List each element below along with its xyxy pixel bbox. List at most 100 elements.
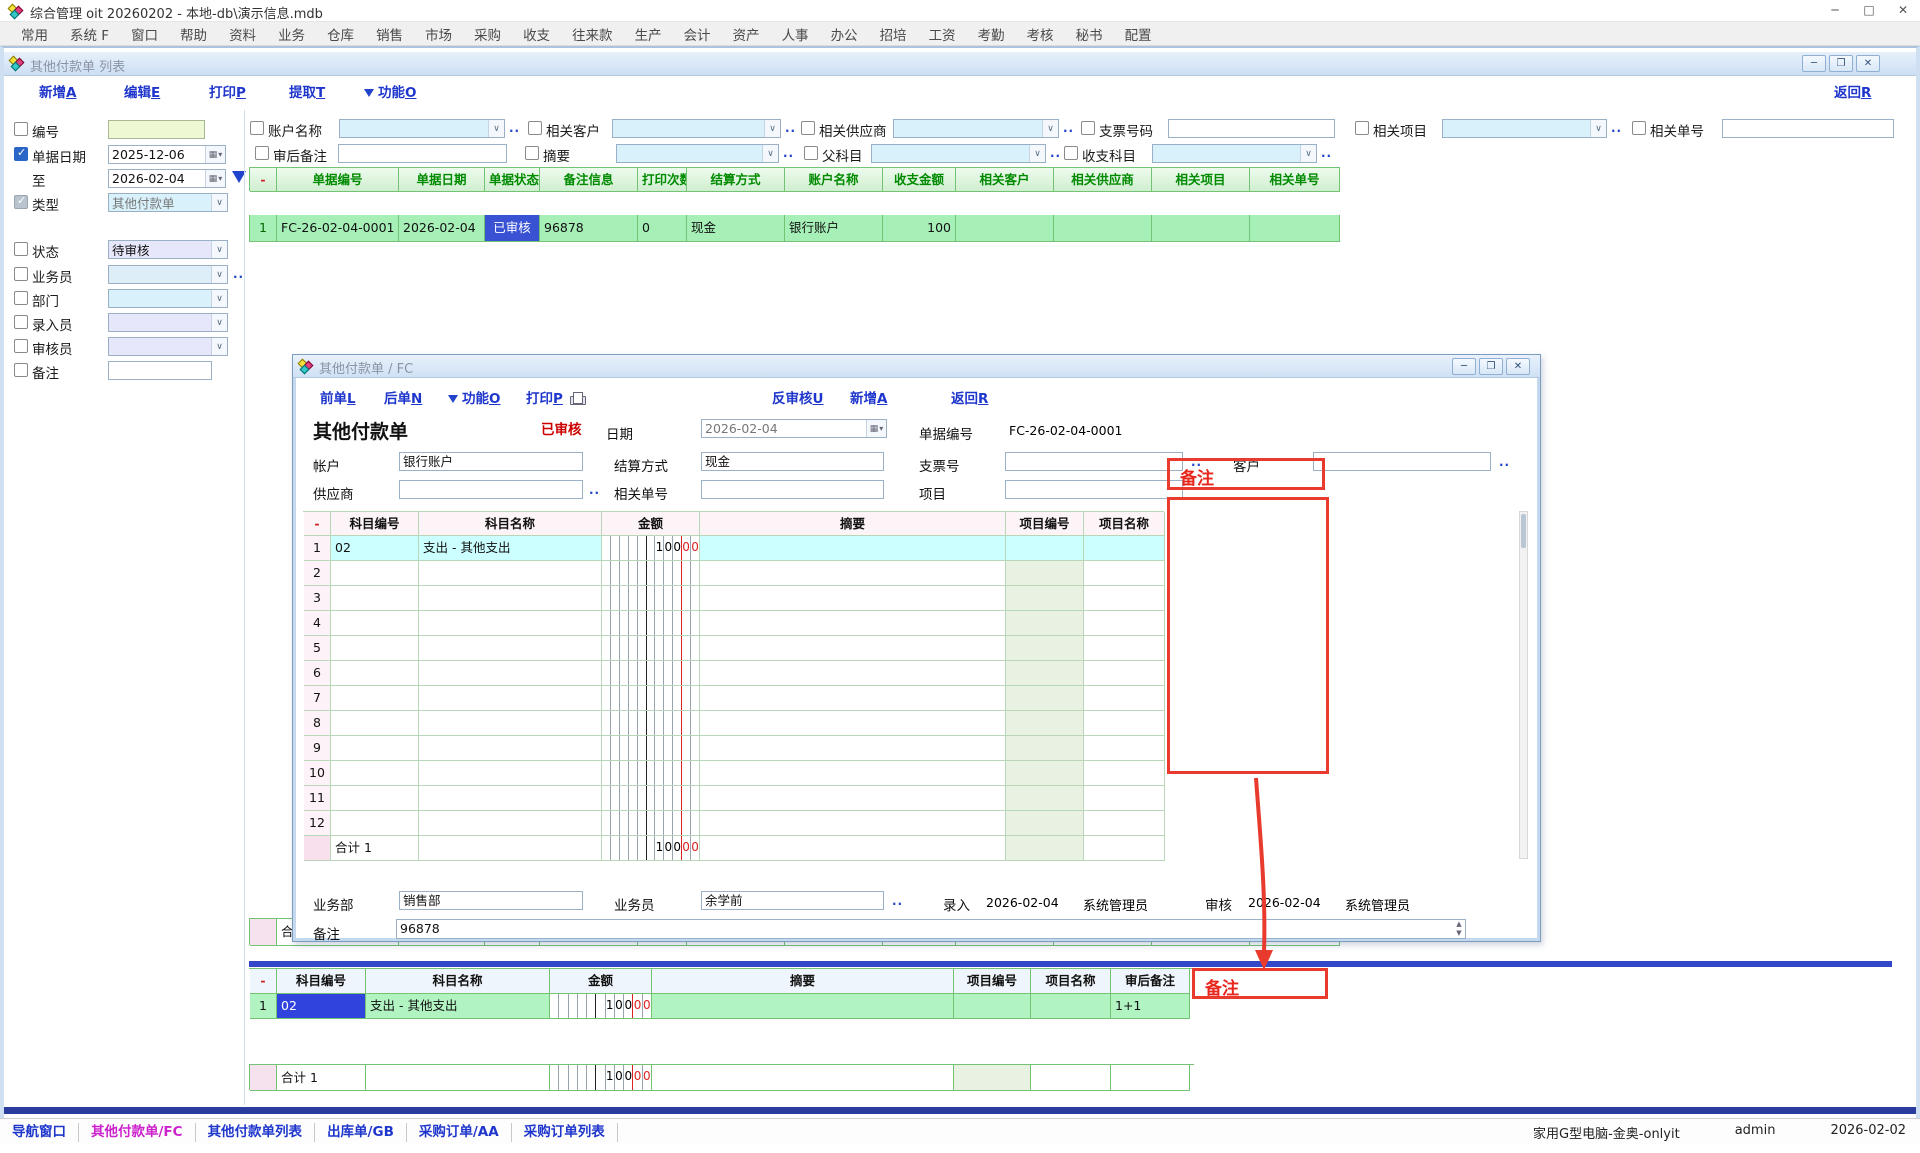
toolbar-功能[interactable]: 功能O <box>364 81 416 101</box>
filter-select-父科目[interactable]: ∨ <box>871 144 1046 163</box>
list-header-6[interactable]: 结算方式 <box>687 168 785 192</box>
lookup-dots[interactable]: .. <box>233 267 244 281</box>
menu-item-0[interactable]: 常用 <box>10 22 59 46</box>
settle-input[interactable]: 现金 <box>701 452 884 471</box>
dialog-toolbar-back[interactable]: 返回R <box>951 387 988 407</box>
menu-item-11[interactable]: 往来款 <box>561 22 624 46</box>
bottom-grid-header-5[interactable]: 项目编号 <box>954 969 1031 994</box>
customer-input[interactable] <box>1313 452 1491 471</box>
filter-checkbox-审后备注[interactable] <box>255 146 269 160</box>
filter-select-相关供应商[interactable]: ∨ <box>893 119 1059 138</box>
menu-item-8[interactable]: 市场 <box>414 22 463 46</box>
filter-input-支票号码[interactable] <box>1168 119 1335 138</box>
filter-checkbox-相关项目[interactable] <box>1355 121 1369 135</box>
dialog-toolbar-反审核[interactable]: 反审核U <box>772 387 823 407</box>
menu-item-20[interactable]: 考核 <box>1016 22 1065 46</box>
lookup-dots[interactable]: .. <box>1063 121 1074 135</box>
project-input[interactable] <box>1005 480 1183 499</box>
dept-input[interactable]: 销售部 <box>399 891 583 910</box>
lookup-dots[interactable]: .. <box>785 121 796 135</box>
date-input[interactable]: 2026-02-04 ▦▾ <box>701 419 887 438</box>
menu-item-12[interactable]: 生产 <box>624 22 673 46</box>
toolbar-打印[interactable]: 打印P <box>209 81 246 101</box>
filter-select-录入员[interactable]: ∨ <box>108 313 228 332</box>
note-spinner-icon[interactable]: ▲▼ <box>1453 920 1465 938</box>
list-header-12[interactable]: 相关单号 <box>1250 168 1340 192</box>
menu-item-16[interactable]: 办公 <box>820 22 869 46</box>
filter-input-至[interactable]: 2026-02-04▦▾ <box>108 169 226 188</box>
list-header-0[interactable]: - <box>250 168 277 192</box>
menu-item-7[interactable]: 销售 <box>365 22 414 46</box>
filter-checkbox-录入员[interactable] <box>14 315 28 329</box>
supplier-input[interactable] <box>399 480 583 499</box>
customer-lookup-dots[interactable]: .. <box>1499 455 1510 469</box>
list-header-1[interactable]: 单据编号 <box>277 168 399 192</box>
lookup-dots[interactable]: .. <box>783 146 794 160</box>
filter-select-相关项目[interactable]: ∨ <box>1442 119 1607 138</box>
menu-item-6[interactable]: 仓库 <box>316 22 365 46</box>
dialog-toolbar-功能[interactable]: 功能O <box>448 387 500 407</box>
filter-input-编号[interactable] <box>108 120 205 139</box>
dialog-grid-header-4[interactable]: 摘要 <box>700 512 1006 536</box>
child-minimize-icon[interactable]: ─ <box>1802 55 1826 72</box>
filter-checkbox-相关客户[interactable] <box>528 121 542 135</box>
taskbar-item-1[interactable]: 其他付款单/FC <box>79 1123 196 1142</box>
menu-item-9[interactable]: 采购 <box>463 22 512 46</box>
close-icon[interactable]: ✕ <box>1886 0 1920 21</box>
supplier-lookup-dots[interactable]: .. <box>589 483 600 497</box>
menu-item-1[interactable]: 系统 F <box>59 22 120 46</box>
bottom-grid-header-2[interactable]: 科目名称 <box>366 969 550 994</box>
taskbar-item-2[interactable]: 其他付款单列表 <box>196 1123 316 1142</box>
list-header-7[interactable]: 账户名称 <box>785 168 883 192</box>
dialog-grid-scrollbar[interactable] <box>1519 511 1528 859</box>
toolbar-提取[interactable]: 提取T <box>289 81 325 101</box>
taskbar-item-0[interactable]: 导航窗口 <box>0 1123 79 1142</box>
calendar-icon[interactable]: ▦▾ <box>205 146 225 163</box>
salesman-input[interactable]: 余学前 <box>701 891 884 910</box>
filter-checkbox-相关供应商[interactable] <box>801 121 815 135</box>
filter-select-类型[interactable]: 其他付款单∨ <box>108 193 228 212</box>
list-header-5[interactable]: 打印次数 <box>638 168 687 192</box>
filter-select-业务员[interactable]: ∨ <box>108 265 228 284</box>
dialog-toolbar-打印[interactable]: 打印P <box>526 387 585 407</box>
menu-item-15[interactable]: 人事 <box>771 22 820 46</box>
dialog-grid-header-5[interactable]: 项目编号 <box>1006 512 1084 536</box>
filter-checkbox-收支科目[interactable] <box>1064 146 1078 160</box>
filter-input-单据日期[interactable]: 2025-12-06▦▾ <box>108 145 226 164</box>
toolbar-back[interactable]: 返回R <box>1834 81 1871 101</box>
bottom-grid-header-7[interactable]: 审后备注 <box>1111 969 1190 994</box>
bottom-grid-header-6[interactable]: 项目名称 <box>1031 969 1111 994</box>
filter-select-部门[interactable]: ∨ <box>108 289 228 308</box>
filter-checkbox-支票号码[interactable] <box>1081 121 1095 135</box>
bottom-grid-header-0[interactable]: - <box>250 969 277 994</box>
dialog-close-icon[interactable]: ✕ <box>1506 358 1530 375</box>
filter-select-状态[interactable]: 待审核∨ <box>108 240 228 259</box>
menu-item-18[interactable]: 工资 <box>918 22 967 46</box>
dialog-grid-header-6[interactable]: 项目名称 <box>1084 512 1165 536</box>
list-header-10[interactable]: 相关供应商 <box>1054 168 1152 192</box>
account-input[interactable]: 银行账户 <box>399 452 583 471</box>
dialog-minimize-icon[interactable]: ─ <box>1452 358 1476 375</box>
menu-item-4[interactable]: 资料 <box>218 22 267 46</box>
menu-item-21[interactable]: 秘书 <box>1065 22 1114 46</box>
list-header-4[interactable]: 备注信息 <box>540 168 638 192</box>
child-close-icon[interactable]: ✕ <box>1856 55 1880 72</box>
filter-checkbox-摘要[interactable] <box>525 146 539 160</box>
list-header-11[interactable]: 相关项目 <box>1152 168 1250 192</box>
cheque-input[interactable] <box>1005 452 1183 471</box>
dialog-toolbar-前单[interactable]: 前单L <box>320 387 356 407</box>
filter-checkbox-相关单号[interactable] <box>1632 121 1646 135</box>
filter-checkbox-父科目[interactable] <box>804 146 818 160</box>
taskbar-item-5[interactable]: 采购订单列表 <box>512 1123 618 1142</box>
bottom-grid-header-4[interactable]: 摘要 <box>652 969 954 994</box>
list-header-8[interactable]: 收支金额 <box>883 168 956 192</box>
list-row[interactable]: 1FC-26-02-04-00012026-02-04已审核968780现金银行… <box>249 215 1340 242</box>
printer-icon[interactable] <box>569 392 585 405</box>
filter-select-审核员[interactable]: ∨ <box>108 337 228 356</box>
lookup-dots[interactable]: .. <box>509 121 520 135</box>
menu-item-19[interactable]: 考勤 <box>967 22 1016 46</box>
list-header-2[interactable]: 单据日期 <box>399 168 485 192</box>
lookup-dots[interactable]: .. <box>1321 146 1332 160</box>
bottom-grid-header-1[interactable]: 科目编号 <box>277 969 366 994</box>
menu-item-22[interactable]: 配置 <box>1114 22 1163 46</box>
